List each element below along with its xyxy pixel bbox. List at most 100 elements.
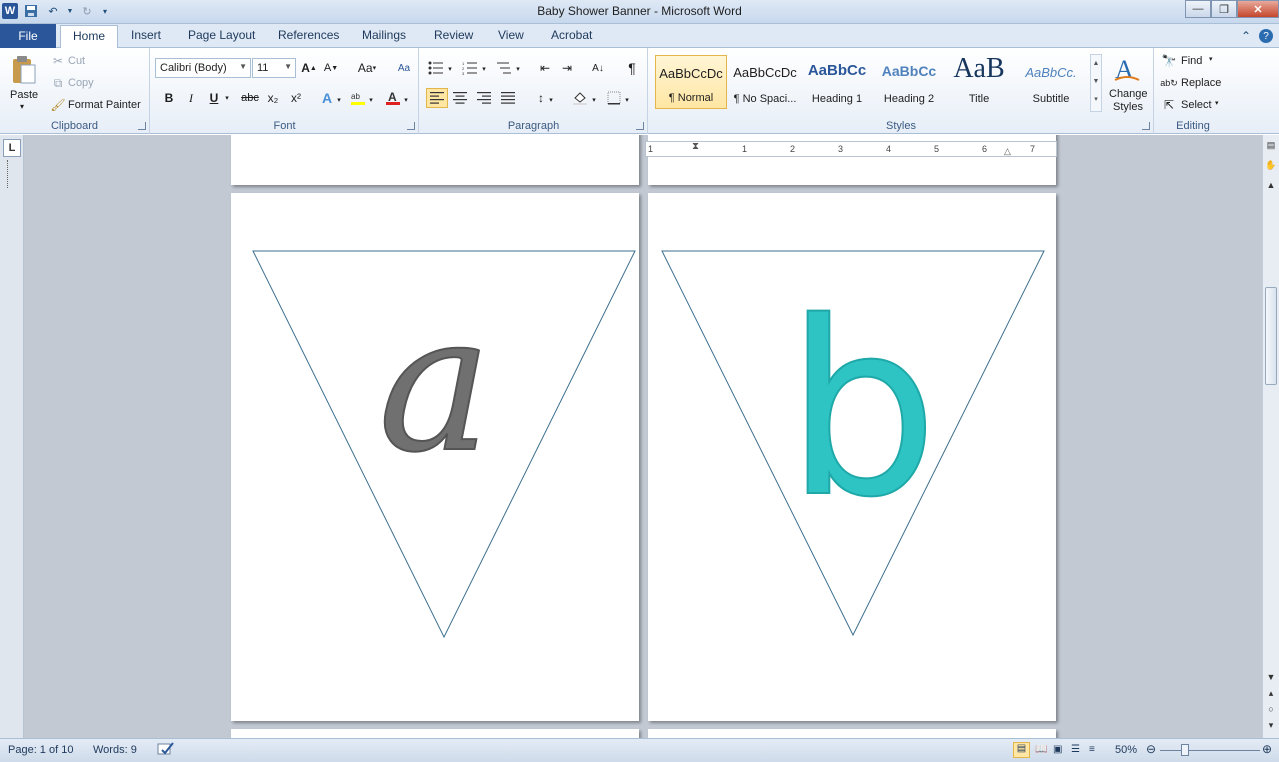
subscript-icon[interactable]: x₂	[265, 90, 281, 106]
format-painter-button[interactable]: Format Painter	[68, 99, 141, 111]
shading-icon[interactable]	[572, 90, 588, 106]
find-dropdown-icon[interactable]: ▾	[1209, 55, 1213, 63]
page-count-status[interactable]: Page: 1 of 10	[8, 744, 73, 756]
style-title[interactable]: AaB Title	[943, 53, 1015, 109]
tab-insert[interactable]: Insert	[131, 28, 161, 42]
style-normal[interactable]: AaBbCcDc ¶ Normal	[655, 55, 727, 109]
borders-dropdown-icon[interactable]: ▾	[623, 92, 631, 108]
font-name-dropdown-icon[interactable]: ▼	[239, 62, 247, 71]
web-layout-view-icon[interactable]: ▣	[1053, 744, 1062, 755]
bold-icon[interactable]: B	[161, 90, 177, 106]
zoom-level[interactable]: 50%	[1115, 744, 1137, 756]
underline-icon[interactable]: U	[206, 90, 222, 106]
find-button[interactable]: Find	[1181, 55, 1202, 67]
scroll-up-arrow-icon[interactable]: ▲	[1265, 179, 1277, 191]
full-screen-reading-view-icon[interactable]: 📖	[1035, 744, 1047, 755]
shading-dropdown-icon[interactable]: ▾	[590, 92, 598, 108]
outline-view-icon[interactable]: ☰	[1071, 744, 1080, 755]
align-right-icon[interactable]	[476, 90, 492, 106]
close-button[interactable]: ✕	[1237, 0, 1279, 18]
scroll-down-arrow-icon[interactable]: ▼	[1265, 671, 1277, 683]
align-center-icon[interactable]	[452, 90, 468, 106]
next-page-icon[interactable]: ▾	[1265, 719, 1277, 731]
zoom-in-icon[interactable]: ⊕	[1262, 742, 1272, 756]
view-ruler-icon[interactable]: ▤	[1265, 139, 1277, 151]
scrollbar-thumb[interactable]	[1265, 287, 1277, 385]
italic-icon[interactable]: I	[183, 90, 199, 106]
replace-button[interactable]: Replace	[1181, 77, 1221, 89]
change-styles-icon[interactable]: A	[1111, 54, 1143, 84]
previous-page-icon[interactable]: ▴	[1265, 687, 1277, 699]
clear-formatting-icon[interactable]: Aa	[396, 60, 412, 76]
zoom-out-icon[interactable]: ⊖	[1146, 742, 1156, 756]
grow-font-icon[interactable]: A ▲	[301, 60, 317, 76]
font-launcher-icon[interactable]	[407, 122, 415, 130]
cut-button[interactable]: Cut	[68, 55, 85, 67]
font-name-combo[interactable]: Calibri (Body) ▼	[155, 58, 251, 78]
maximize-button[interactable]: ❐	[1211, 0, 1237, 18]
strikethrough-icon[interactable]: abc	[239, 90, 261, 106]
paste-icon[interactable]	[10, 54, 38, 86]
highlight-dropdown-icon[interactable]: ▾	[367, 92, 375, 108]
tab-references[interactable]: References	[278, 28, 339, 42]
select-button[interactable]: Select	[1181, 99, 1212, 111]
print-layout-view-icon[interactable]: ▤	[1013, 742, 1030, 758]
font-size-dropdown-icon[interactable]: ▼	[284, 62, 292, 71]
decrease-indent-icon[interactable]: ⇤	[537, 60, 553, 76]
tab-acrobat[interactable]: Acrobat	[551, 28, 592, 42]
line-spacing-dropdown-icon[interactable]: ▾	[547, 92, 555, 108]
word-count-status[interactable]: Words: 9	[93, 744, 137, 756]
underline-dropdown-icon[interactable]: ▾	[223, 90, 231, 106]
paragraph-launcher-icon[interactable]	[636, 122, 644, 130]
multilevel-dropdown-icon[interactable]: ▾	[514, 61, 522, 77]
tab-home[interactable]: Home	[60, 25, 119, 49]
horizontal-ruler[interactable]: 1 1 2 3 4 5 6 7 ⧗ △	[645, 141, 1057, 157]
borders-icon[interactable]	[606, 90, 622, 106]
vertical-scrollbar[interactable]: ▤ ✋ ▲ ▼ ▴ ○ ▾	[1262, 135, 1279, 738]
multilevel-list-icon[interactable]	[496, 60, 512, 76]
zoom-slider-track[interactable]	[1160, 750, 1260, 751]
sort-icon[interactable]: A↓	[590, 60, 606, 76]
paste-dropdown-icon[interactable]: ▾	[20, 102, 24, 111]
paste-button[interactable]: Paste	[10, 89, 38, 101]
change-case-icon[interactable]: Aa ▾	[355, 60, 379, 76]
style-heading-2[interactable]: AaBbCc Heading 2	[873, 55, 945, 109]
draft-view-icon[interactable]: ≡	[1089, 744, 1095, 755]
font-color-icon[interactable]: A	[385, 90, 401, 106]
font-size-combo[interactable]: 11 ▼	[252, 58, 296, 78]
text-effects-icon[interactable]: A	[319, 90, 335, 106]
clipboard-launcher-icon[interactable]	[138, 122, 146, 130]
bullets-icon[interactable]	[428, 60, 444, 76]
styles-launcher-icon[interactable]	[1142, 122, 1150, 130]
copy-button[interactable]: Copy	[68, 77, 94, 89]
left-indent-marker-icon[interactable]: ⧗	[692, 141, 699, 152]
tab-file[interactable]: File	[0, 24, 56, 48]
justify-icon[interactable]	[500, 90, 516, 106]
font-color-dropdown-icon[interactable]: ▾	[402, 92, 410, 108]
numbering-icon[interactable]: 123	[462, 60, 478, 76]
shrink-font-icon[interactable]: A ▼	[323, 60, 339, 76]
tab-review[interactable]: Review	[434, 28, 473, 42]
change-styles-button[interactable]: Change Styles	[1109, 88, 1148, 114]
right-indent-marker-icon[interactable]: △	[1004, 146, 1011, 157]
proofing-icon[interactable]	[157, 742, 175, 759]
align-left-icon[interactable]	[426, 88, 448, 108]
highlight-icon[interactable]: ab	[350, 90, 366, 106]
increase-indent-icon[interactable]: ⇥	[559, 60, 575, 76]
minimize-ribbon-icon[interactable]: ⌃	[1241, 29, 1251, 43]
tab-selector-button[interactable]: L	[3, 139, 21, 157]
numbering-dropdown-icon[interactable]: ▾	[480, 61, 488, 77]
page-letter-a[interactable]: a	[231, 193, 639, 721]
document-area[interactable]: a b	[0, 135, 1262, 738]
select-dropdown-icon[interactable]: ▾	[1215, 99, 1219, 107]
styles-gallery-scroller[interactable]: ▲ ▼ ▾	[1090, 54, 1102, 112]
page-letter-b[interactable]: b	[648, 193, 1056, 721]
text-effects-dropdown-icon[interactable]: ▾	[335, 92, 343, 108]
style-heading-1[interactable]: AaBbCc Heading 1	[801, 55, 873, 109]
tab-view[interactable]: View	[498, 28, 524, 42]
style-no-spacing[interactable]: AaBbCcDc ¶ No Spaci...	[729, 55, 801, 109]
help-icon[interactable]: ?	[1259, 29, 1273, 43]
tab-page-layout[interactable]: Page Layout	[188, 28, 255, 42]
show-formatting-icon[interactable]: ¶	[624, 60, 640, 76]
style-subtitle[interactable]: AaBbCc. Subtitle	[1015, 55, 1087, 109]
